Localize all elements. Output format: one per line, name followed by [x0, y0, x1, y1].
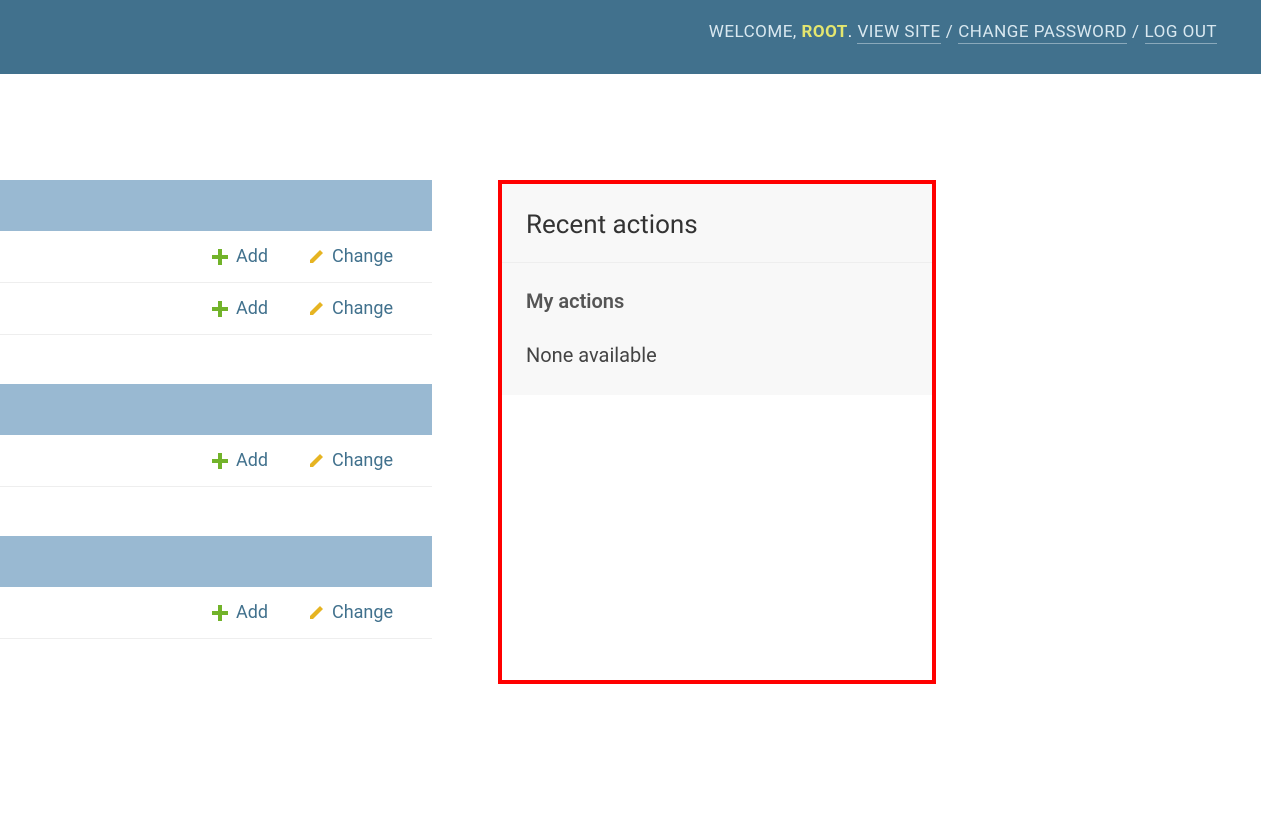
add-label: Add: [236, 450, 268, 471]
add-button[interactable]: Add: [212, 298, 268, 319]
model-row: Add Change: [0, 231, 432, 283]
plus-icon: [212, 453, 228, 469]
app-module: Add Change: [0, 536, 432, 639]
pencil-icon: [308, 301, 324, 317]
change-button[interactable]: Change: [308, 450, 406, 471]
username: ROOT: [801, 22, 847, 42]
recent-actions-title: Recent actions: [502, 184, 932, 263]
pencil-icon: [308, 453, 324, 469]
model-row: Add Change: [0, 283, 432, 335]
plus-icon: [212, 605, 228, 621]
none-available-text: None available: [502, 313, 932, 367]
top-header: WELCOME, ROOT . VIEW SITE / CHANGE PASSW…: [0, 0, 1261, 74]
recent-actions-panel: Recent actions My actions None available: [498, 180, 936, 684]
recent-actions-module: Recent actions My actions None available: [502, 184, 932, 395]
add-label: Add: [236, 298, 268, 319]
welcome-label: WELCOME,: [709, 22, 797, 42]
change-label: Change: [332, 298, 393, 319]
view-site-link[interactable]: VIEW SITE: [857, 22, 940, 44]
model-row: Add Change: [0, 587, 432, 639]
separator: /: [946, 22, 954, 42]
change-button[interactable]: Change: [308, 298, 406, 319]
change-button[interactable]: Change: [308, 246, 406, 267]
change-password-link[interactable]: CHANGE PASSWORD: [958, 22, 1127, 44]
separator: /: [1132, 22, 1140, 42]
app-module: Add Change: [0, 384, 432, 487]
plus-icon: [212, 249, 228, 265]
model-row: Add Change: [0, 435, 432, 487]
pencil-icon: [308, 605, 324, 621]
change-label: Change: [332, 450, 393, 471]
content: Add Change Add Change: [0, 74, 1261, 688]
add-button[interactable]: Add: [212, 602, 268, 623]
plus-icon: [212, 301, 228, 317]
add-button[interactable]: Add: [212, 450, 268, 471]
add-label: Add: [236, 602, 268, 623]
app-modules-column: Add Change Add Change: [0, 180, 432, 688]
module-caption[interactable]: [0, 384, 432, 435]
add-button[interactable]: Add: [212, 246, 268, 267]
change-label: Change: [332, 246, 393, 267]
module-caption[interactable]: [0, 536, 432, 587]
change-button[interactable]: Change: [308, 602, 406, 623]
app-module: Add Change Add Change: [0, 180, 432, 335]
add-label: Add: [236, 246, 268, 267]
pencil-icon: [308, 249, 324, 265]
log-out-link[interactable]: LOG OUT: [1145, 22, 1217, 44]
dot: .: [848, 22, 853, 42]
my-actions-heading: My actions: [502, 263, 932, 313]
change-label: Change: [332, 602, 393, 623]
module-caption[interactable]: [0, 180, 432, 231]
